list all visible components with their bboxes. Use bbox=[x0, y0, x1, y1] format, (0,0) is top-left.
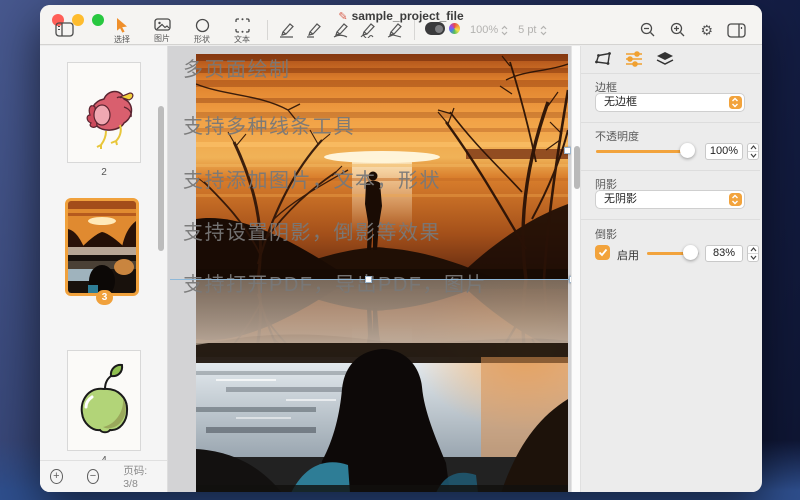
add-page-button[interactable]: + bbox=[50, 469, 63, 484]
window-body: 2 bbox=[40, 46, 762, 492]
canvas-text-4[interactable]: 支持设置阴影，倒影等效果 bbox=[183, 216, 441, 245]
inspector-toggle-button[interactable] bbox=[727, 23, 746, 38]
resize-right-handle[interactable] bbox=[564, 147, 571, 154]
page-thumbnail-4[interactable] bbox=[67, 350, 141, 451]
apple-drawing bbox=[68, 351, 140, 450]
shadow-value: 无阴影 bbox=[604, 193, 637, 205]
border-dropdown[interactable]: 无边框 bbox=[595, 93, 745, 112]
reflection-label: 倒影 bbox=[595, 226, 617, 242]
canvas-text-3[interactable]: 支持添加图片，文本，形状 bbox=[183, 164, 441, 193]
text-selection-icon bbox=[235, 18, 250, 33]
toolbar-left: 选择 图片 形状 bbox=[53, 18, 547, 45]
page-thumbnail-2[interactable] bbox=[67, 62, 141, 163]
inspector-tabs bbox=[595, 51, 674, 67]
stepper-chevrons-icon bbox=[540, 25, 547, 36]
canvas-text-2[interactable]: 支持多种线条工具 bbox=[183, 110, 355, 139]
tab-style-active[interactable] bbox=[625, 51, 643, 67]
color-picker-icon[interactable] bbox=[449, 23, 460, 34]
image-icon bbox=[154, 18, 171, 32]
sunset-thumb bbox=[68, 201, 136, 293]
divider bbox=[581, 219, 760, 220]
opacity-value[interactable]: 100% bbox=[705, 143, 743, 160]
canvas-scrollbar-thumb[interactable] bbox=[574, 146, 580, 189]
zoom-value: 100% bbox=[470, 24, 498, 36]
select-tool[interactable]: 选择 bbox=[107, 18, 137, 45]
app-window: ✎sample_project_file 选择 bbox=[40, 5, 762, 492]
pen-short-line-tool[interactable] bbox=[305, 21, 323, 38]
dropdown-stepper-icon bbox=[729, 193, 742, 206]
select-tool-label: 选择 bbox=[114, 34, 130, 45]
stroke-color-swatch[interactable] bbox=[425, 22, 445, 35]
canvas-text-1[interactable]: 多页面绘制 bbox=[183, 53, 291, 82]
dropdown-stepper-icon bbox=[729, 96, 742, 109]
tab-layers[interactable] bbox=[656, 51, 674, 67]
zoom-out-button[interactable] bbox=[640, 22, 656, 38]
color-well[interactable] bbox=[425, 22, 460, 35]
shape-tool[interactable]: 形状 bbox=[187, 18, 217, 45]
sidebar-scrollbar[interactable] bbox=[158, 106, 164, 251]
pen-tools bbox=[278, 21, 404, 38]
stepper-chevrons-icon bbox=[501, 25, 508, 36]
reflection-slider[interactable] bbox=[647, 243, 699, 263]
page-thumbnail-3-selected[interactable] bbox=[65, 198, 139, 296]
toolbar-separator-2 bbox=[414, 20, 415, 40]
divider bbox=[581, 73, 760, 74]
shape-tool-label: 形状 bbox=[194, 34, 210, 45]
canvas-scrollbar-track[interactable] bbox=[571, 46, 581, 492]
image-tool-label: 图片 bbox=[154, 33, 170, 44]
toolbar-right: ⚙ bbox=[640, 22, 746, 38]
zoom-in-button[interactable] bbox=[670, 22, 686, 38]
text-tool-label: 文本 bbox=[234, 34, 250, 45]
pages-sidebar: 2 bbox=[40, 46, 168, 492]
reflection-center-handle[interactable] bbox=[365, 276, 372, 283]
reflection-value[interactable]: 83% bbox=[705, 245, 743, 262]
pen-curve-tool[interactable] bbox=[332, 21, 350, 38]
desktop-background: ✎sample_project_file 选择 bbox=[0, 0, 800, 500]
border-value: 无边框 bbox=[604, 96, 637, 108]
settings-gear-button[interactable]: ⚙ bbox=[700, 23, 713, 37]
sidebar-toggle-button[interactable] bbox=[53, 22, 75, 37]
remove-page-button[interactable]: − bbox=[87, 469, 100, 484]
window-header: ✎sample_project_file 选择 bbox=[40, 5, 762, 45]
stroke-width-value: 5 pt bbox=[518, 24, 536, 36]
page-indicator: 页码: 3/8 bbox=[123, 463, 157, 490]
inspector-panel: 边框 无边框 不透明度 100% bbox=[581, 46, 760, 492]
toolbar-separator bbox=[267, 20, 268, 40]
sidebar-toggle-icon bbox=[55, 22, 74, 37]
reflection-checkbox-checked[interactable] bbox=[595, 245, 610, 260]
reflection-enable-label: 启用 bbox=[617, 247, 639, 263]
pen-squiggle-tool[interactable] bbox=[359, 21, 377, 38]
reflection-slider-knob[interactable] bbox=[683, 245, 698, 260]
page-number-2: 2 bbox=[67, 167, 141, 178]
swatch-dot bbox=[435, 25, 443, 33]
reflection-stepper[interactable] bbox=[747, 245, 759, 262]
drawing-canvas[interactable]: 多页面绘制 支持多种线条工具 支持添加图片，文本，形状 支持设置阴影，倒影等效果… bbox=[168, 46, 571, 492]
canvas-text-5[interactable]: 支持打开PDF，导出PDF，图片 bbox=[183, 268, 487, 297]
text-tool[interactable]: 文本 bbox=[227, 18, 257, 45]
pen-angle-line-tool[interactable] bbox=[386, 21, 404, 38]
selected-page-badge: 3 bbox=[96, 290, 113, 305]
image-tool[interactable]: 图片 bbox=[147, 18, 177, 44]
zoom-stepper[interactable]: 100% bbox=[470, 24, 508, 36]
divider bbox=[581, 122, 760, 123]
circle-shape-icon bbox=[195, 18, 210, 33]
shadow-dropdown[interactable]: 无阴影 bbox=[595, 190, 745, 209]
check-icon bbox=[598, 248, 608, 257]
sidebar-footer: + − 页码: 3/8 bbox=[40, 460, 167, 492]
bird-drawing bbox=[68, 63, 140, 162]
opacity-slider[interactable] bbox=[596, 141, 693, 161]
opacity-stepper[interactable] bbox=[747, 143, 759, 160]
tab-geometry[interactable] bbox=[595, 51, 612, 67]
cursor-icon bbox=[116, 18, 129, 33]
stroke-width-stepper[interactable]: 5 pt bbox=[518, 24, 546, 36]
divider bbox=[581, 170, 760, 171]
pen-straight-line-tool[interactable] bbox=[278, 21, 296, 38]
opacity-slider-knob[interactable] bbox=[680, 143, 695, 158]
